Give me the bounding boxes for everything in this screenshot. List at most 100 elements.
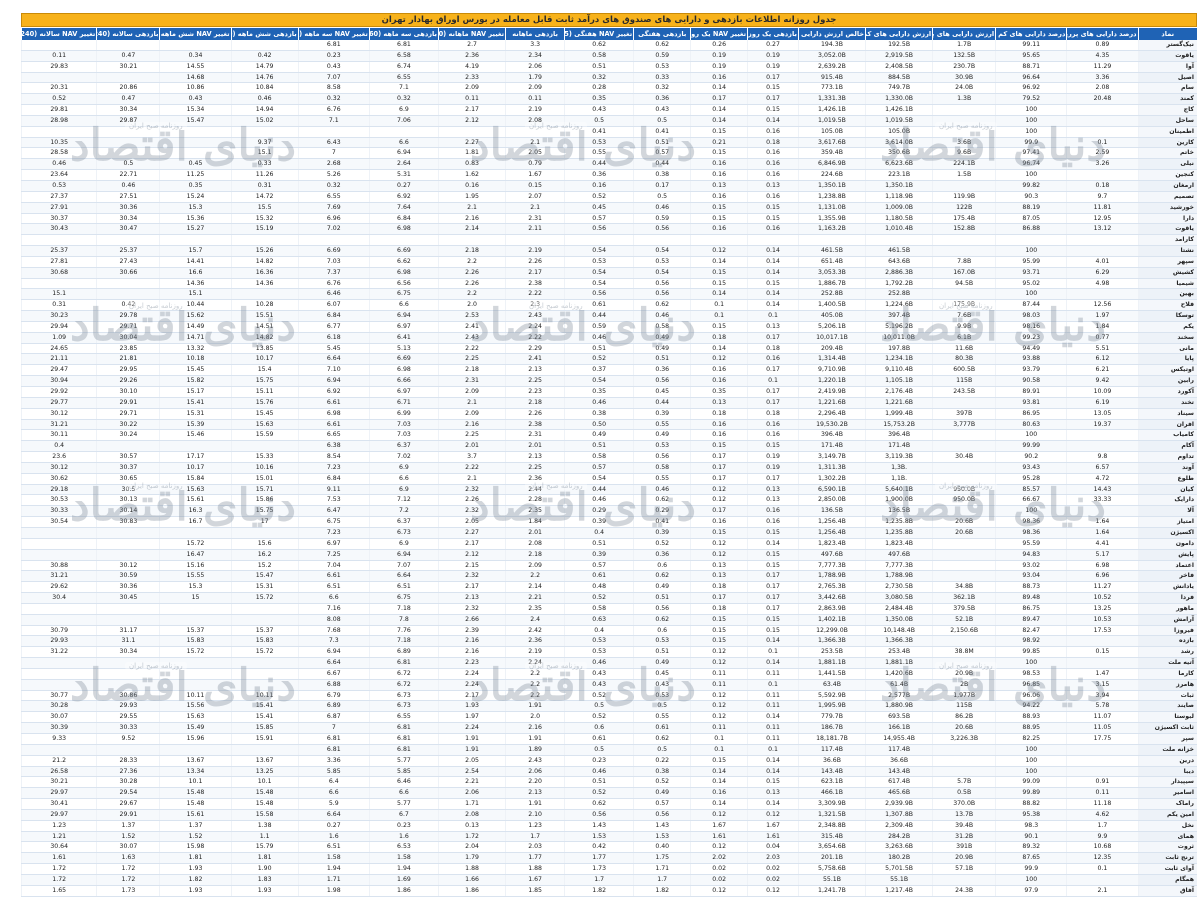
table-cell: 86.75 bbox=[995, 603, 1067, 615]
table-cell: 0.6 bbox=[633, 560, 691, 572]
table-cell: 0.17 bbox=[690, 451, 748, 463]
table-cell: 2.1 bbox=[1066, 885, 1139, 897]
table-cell: 0.17 bbox=[690, 592, 748, 604]
table-cell: 2.1 bbox=[438, 202, 506, 214]
table-cell: 10.84 bbox=[230, 82, 299, 95]
table-cell: 2.19 bbox=[505, 646, 565, 659]
table-cell: 6.18 bbox=[297, 332, 370, 344]
table-row: سیناد 13.05 86.95 397B 1,999.4B 2,296.4B 0.18 0… bbox=[20, 408, 1197, 420]
table-cell bbox=[96, 40, 160, 51]
table-cell bbox=[932, 429, 996, 442]
table-cell: 2.53 bbox=[438, 310, 506, 322]
table-cell: 6.81 bbox=[297, 733, 370, 745]
table-cell: 2.25 bbox=[505, 375, 565, 387]
fund-symbol-cell: دیبا bbox=[1137, 766, 1197, 778]
table-cell: 2.0 bbox=[438, 299, 506, 312]
table-cell: 15.48 bbox=[159, 798, 232, 810]
table-cell: 105.0B bbox=[797, 126, 866, 138]
table-cell: 9.37 bbox=[230, 137, 299, 149]
table-cell: 27.43 bbox=[96, 256, 160, 268]
table-cell: 90.2 bbox=[995, 451, 1067, 463]
table-cell: 2,296.4B bbox=[797, 408, 866, 420]
table-cell: 1.38 bbox=[230, 820, 299, 832]
table-cell: 17.17 bbox=[159, 451, 232, 463]
table-cell: 7.23 bbox=[297, 462, 370, 474]
table-cell: 0.32 bbox=[297, 93, 370, 106]
table-cell: 6.75 bbox=[368, 288, 439, 301]
table-cell: 0.14 bbox=[690, 82, 748, 95]
table-cell: 350.6B bbox=[865, 147, 933, 160]
table-cell: 15.47 bbox=[230, 570, 299, 583]
table-cell: 0.43 bbox=[564, 104, 634, 116]
table-cell: 2.28 bbox=[505, 494, 565, 507]
table-cell: 0.23 bbox=[564, 755, 634, 767]
table-cell: 4.41 bbox=[1066, 538, 1139, 550]
column-header: خالص ارزش دارایی ها bbox=[797, 28, 866, 40]
column-header: بازدهی سالانه (240روزه) bbox=[96, 28, 160, 40]
table-cell: 1.81 bbox=[438, 147, 506, 160]
fund-symbol-cell: امین یکم bbox=[1137, 809, 1197, 821]
table-cell: 209.4B bbox=[797, 343, 866, 355]
table-cell bbox=[159, 234, 232, 247]
table-cell: 600.5B bbox=[932, 364, 996, 377]
table-cell: 21.11 bbox=[20, 353, 97, 366]
table-cell: 98.53 bbox=[995, 668, 1067, 680]
table-cell: 29.92 bbox=[20, 386, 97, 398]
table-cell: 0.17 bbox=[747, 386, 799, 398]
table-cell: 1.37 bbox=[96, 820, 160, 832]
table-cell: 2.09 bbox=[505, 560, 565, 572]
table-cell: 6.9 bbox=[368, 484, 439, 496]
table-cell: 15.51 bbox=[230, 310, 299, 322]
table-cell: 15.16 bbox=[159, 560, 232, 572]
table-cell: 15.02 bbox=[230, 115, 299, 127]
table-cell: 30.4 bbox=[20, 592, 97, 604]
table-cell: 4.01 bbox=[1066, 256, 1139, 268]
table-cell: 2.14 bbox=[438, 223, 506, 236]
table-cell: 2.03 bbox=[505, 841, 565, 854]
table-cell: 94.49 bbox=[995, 343, 1067, 355]
table-row: نشتا 100 461.5B 461.5B 0.14 0.12 0.54 0.54 2.19 2… bbox=[20, 245, 1197, 257]
table-cell: 5.85 bbox=[297, 766, 370, 778]
table-cell bbox=[297, 126, 370, 138]
table-cell bbox=[159, 440, 232, 453]
table-cell: 11.6B bbox=[932, 343, 996, 355]
table-cell bbox=[1066, 126, 1139, 138]
fund-symbol-cell: ثبات bbox=[1137, 690, 1197, 702]
table-cell: 15.82 bbox=[159, 375, 232, 387]
table-cell: 0.58 bbox=[564, 603, 634, 615]
fund-symbol-cell: ثروت bbox=[1137, 841, 1197, 854]
table-cell: 6.94 bbox=[368, 310, 439, 322]
table-cell: 6.41 bbox=[368, 332, 439, 344]
table-cell: 7.8 bbox=[368, 614, 439, 626]
table-cell: 0.6 bbox=[633, 625, 691, 637]
table-cell bbox=[438, 126, 506, 138]
table-cell: 15.79 bbox=[230, 841, 299, 854]
table-cell: 6.72 bbox=[368, 668, 439, 680]
table-cell: 96.92 bbox=[995, 82, 1067, 95]
fund-symbol-cell: خاتم bbox=[1137, 147, 1197, 160]
table-cell: 6.96 bbox=[297, 213, 370, 225]
table-cell: 2B bbox=[932, 679, 996, 691]
table-cell: 186.7B bbox=[797, 722, 866, 734]
table-cell: 0.23 bbox=[368, 820, 439, 832]
table-cell: 1.91 bbox=[505, 700, 565, 713]
table-cell bbox=[932, 126, 996, 138]
table-cell: 30.28 bbox=[96, 776, 160, 789]
table-cell: 0.11 bbox=[747, 668, 799, 680]
table-cell: 2.26 bbox=[438, 267, 506, 279]
table-cell: 0.23 bbox=[297, 50, 370, 62]
table-cell: 1.7 bbox=[564, 874, 634, 886]
table-cell: 15.86 bbox=[230, 494, 299, 507]
table-cell: 0.14 bbox=[690, 115, 748, 127]
table-cell: 0.44 bbox=[633, 397, 691, 409]
table-cell: 3,149.7B bbox=[797, 451, 866, 463]
table-cell: 79.52 bbox=[995, 93, 1067, 106]
table-cell: 9.7 bbox=[1066, 191, 1139, 203]
table-cell: 0.11 bbox=[747, 690, 799, 702]
table-cell: 15.32 bbox=[230, 213, 299, 225]
table-row: فیروزا 17.53 82.47 2,150.6B 10,148.4B 12,299.… bbox=[20, 625, 1197, 637]
table-cell: 6.6 bbox=[297, 787, 370, 800]
table-cell: 2.08 bbox=[438, 809, 506, 821]
table-cell: 0.19 bbox=[747, 61, 799, 73]
column-header: بازدهی شش ماهه (120روزه) bbox=[230, 28, 299, 40]
